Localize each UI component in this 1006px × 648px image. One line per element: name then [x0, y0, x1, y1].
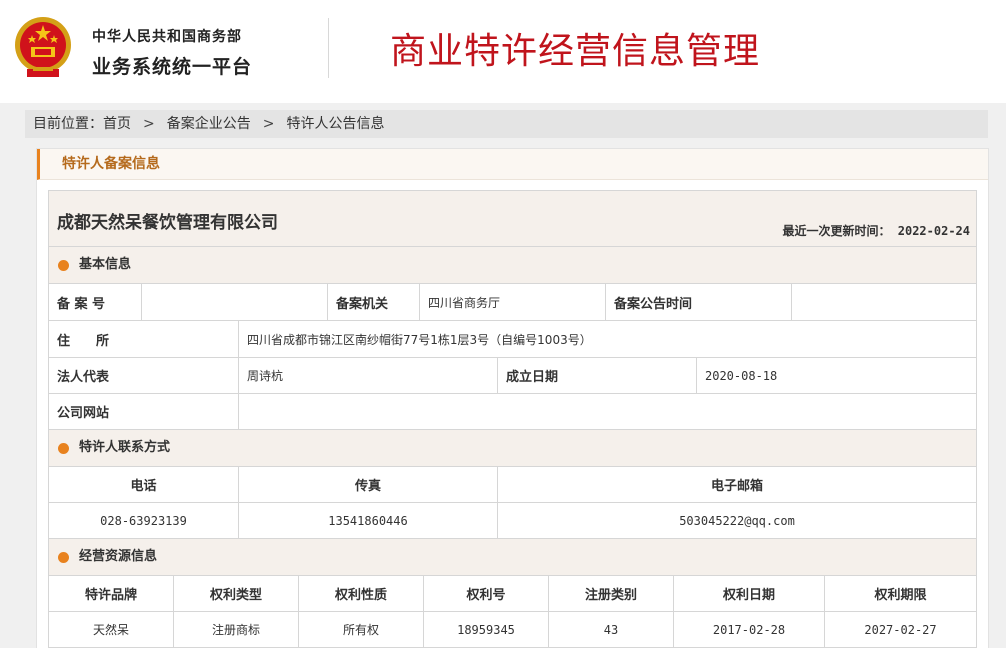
section-title: 经营资源信息	[79, 549, 158, 564]
record-no-value	[142, 284, 328, 320]
section-bullet-icon	[58, 552, 69, 563]
website-value[interactable]	[239, 394, 976, 429]
breadcrumb-prefix: 目前位置：	[33, 116, 103, 132]
panel-title: 特许人备案信息	[37, 149, 988, 180]
breadcrumb: 目前位置：首页 > 备案企业公告 > 特许人公告信息	[25, 110, 988, 138]
table-row: 法人代表 周诗杭 成立日期 2020-08-18	[49, 358, 976, 394]
section-resources: 经营资源信息	[49, 539, 976, 576]
column-header: 传真	[239, 467, 498, 502]
website-label: 公司网站	[49, 394, 239, 429]
right-nature-value: 所有权	[299, 612, 424, 647]
breadcrumb-separator: >	[262, 116, 275, 132]
column-header: 注册类别	[549, 576, 674, 611]
fax-value: 13541860446	[239, 503, 498, 538]
right-date-value: 2017-02-28	[674, 612, 825, 647]
last-update-label: 最近一次更新时间：	[782, 224, 891, 238]
column-header: 权利日期	[674, 576, 825, 611]
right-number-value: 18959345	[424, 612, 549, 647]
table-header-row: 特许品牌 权利类型 权利性质 权利号 注册类别 权利日期 权利期限	[49, 576, 976, 612]
column-header: 权利号	[424, 576, 549, 611]
founded-value: 2020-08-18	[705, 368, 778, 383]
email-value[interactable]: 503045222@qq.com	[498, 503, 976, 538]
system-title: 商业特许经营信息管理	[390, 31, 761, 72]
platform-name: 业务系统统一平台	[92, 56, 253, 78]
announce-time-label: 备案公告时间	[606, 284, 792, 320]
founded-label: 成立日期	[498, 358, 697, 393]
section-bullet-icon	[58, 260, 69, 271]
authority-value: 四川省商务厅	[420, 284, 606, 320]
breadcrumb-announcements[interactable]: 备案企业公告	[167, 110, 251, 138]
site-header: 中华人民共和国商务部 业务系统统一平台 商业特许经营信息管理	[0, 0, 1006, 103]
section-basic-info: 基本信息	[49, 247, 976, 284]
org-name: 中华人民共和国商务部	[92, 29, 242, 45]
company-header: 成都天然呆餐饮管理有限公司 最近一次更新时间： 2022-02-24	[49, 191, 976, 247]
section-contact: 特许人联系方式	[49, 430, 976, 467]
company-name: 成都天然呆餐饮管理有限公司	[57, 213, 278, 233]
breadcrumb-current: 特许人公告信息	[286, 116, 385, 132]
column-header: 权利类型	[174, 576, 299, 611]
section-title: 特许人联系方式	[79, 440, 171, 455]
national-emblem-icon	[15, 17, 71, 77]
authority-label: 备案机关	[328, 284, 420, 320]
column-header: 权利期限	[874, 588, 927, 603]
table-row: 公司网站	[49, 394, 976, 430]
franchisor-info-box: 成都天然呆餐饮管理有限公司 最近一次更新时间： 2022-02-24 基本信息 …	[48, 190, 977, 648]
section-title: 基本信息	[79, 257, 132, 272]
registration-class-value: 43	[549, 612, 674, 647]
legal-rep-value: 周诗杭	[239, 358, 498, 393]
record-no-label: 备 案 号	[49, 284, 142, 320]
legal-rep-label: 法人代表	[49, 358, 239, 393]
announce-time-value	[792, 284, 976, 320]
brand-value: 天然呆	[49, 612, 174, 647]
column-header: 权利性质	[299, 576, 424, 611]
address-value: 四川省成都市锦江区南纱帽街77号1栋1层3号（自编号1003号）	[247, 332, 592, 347]
breadcrumb-separator: >	[143, 116, 155, 132]
last-update-date: 2022-02-24	[897, 224, 970, 238]
header-divider	[328, 18, 329, 78]
phone-value: 028-63923139	[49, 503, 239, 538]
breadcrumb-home[interactable]: 首页	[103, 110, 131, 138]
last-update: 最近一次更新时间： 2022-02-24	[783, 222, 971, 239]
right-term-value: 2027-02-27	[864, 622, 937, 637]
table-row: 备 案 号 备案机关 四川省商务厅 备案公告时间	[49, 284, 976, 321]
column-header: 特许品牌	[49, 576, 174, 611]
right-type-value: 注册商标	[174, 612, 299, 647]
section-bullet-icon	[58, 443, 69, 454]
table-row: 住 所 四川省成都市锦江区南纱帽街77号1栋1层3号（自编号1003号）	[49, 321, 976, 358]
table-header-row: 电话 传真 电子邮箱	[49, 467, 976, 503]
table-row: 028-63923139 13541860446 503045222@qq.co…	[49, 503, 976, 539]
table-row: 天然呆 注册商标 所有权 18959345 43 2017-02-28 2027…	[49, 612, 976, 648]
address-label: 住 所	[49, 321, 239, 357]
column-header: 电子邮箱	[710, 479, 763, 494]
column-header: 电话	[49, 467, 239, 502]
